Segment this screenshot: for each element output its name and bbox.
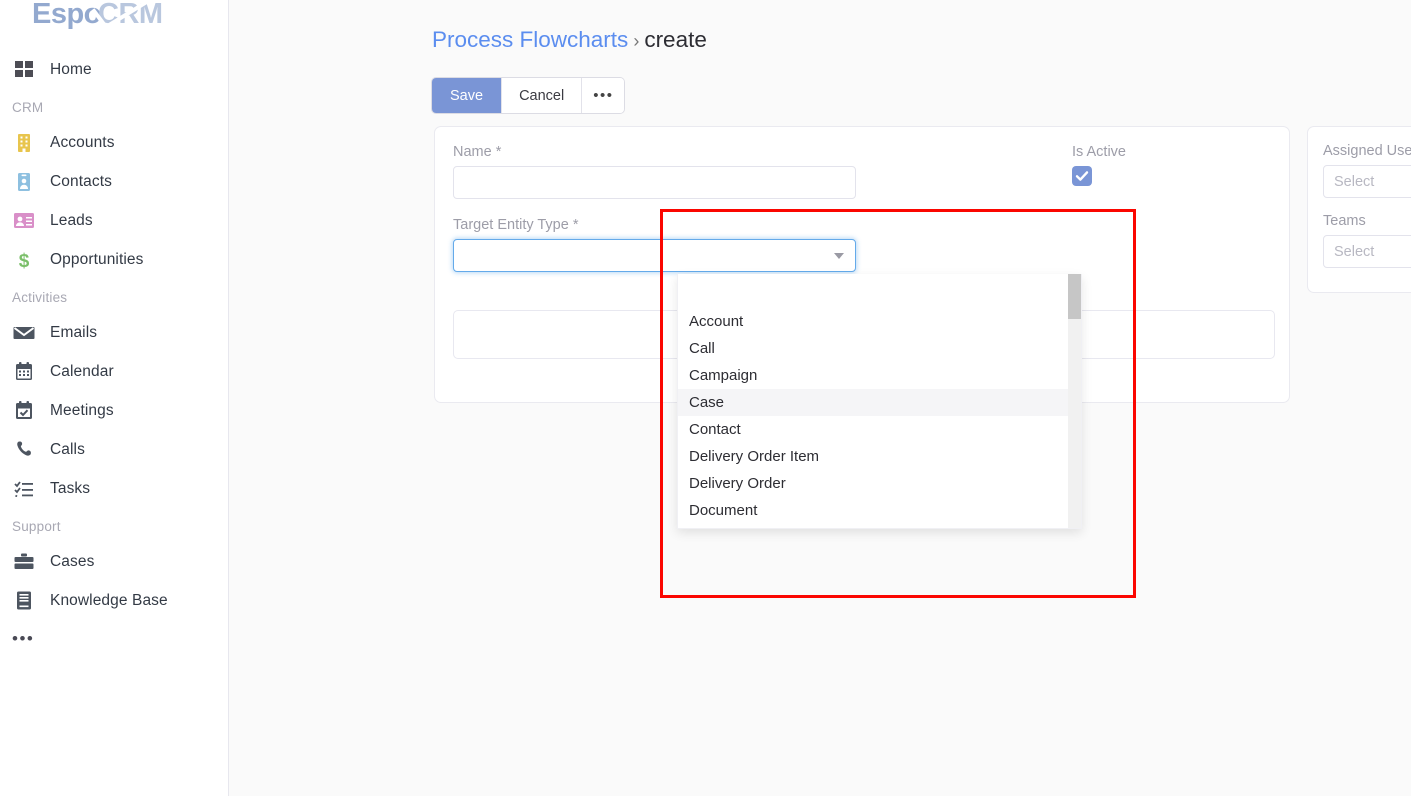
- record-toolbar: Save Cancel •••: [432, 78, 625, 113]
- dropdown-option[interactable]: Account: [678, 308, 1081, 335]
- sidebar-group-activities: Activities: [12, 290, 68, 305]
- breadcrumb: Process Flowcharts › create: [432, 25, 707, 56]
- name-input[interactable]: [453, 166, 856, 199]
- sidebar-item-label: Opportunities: [50, 250, 144, 268]
- field-name-label: Name *: [453, 144, 502, 160]
- sidebar-item-label: Accounts: [50, 133, 115, 151]
- sidebar-item-leads[interactable]: Leads: [0, 201, 229, 240]
- task-list-icon: [10, 478, 38, 500]
- sidebar-item-accounts[interactable]: Accounts: [0, 123, 229, 162]
- sidebar-item-cases[interactable]: Cases: [0, 542, 229, 581]
- sidebar-item-label: Calendar: [50, 362, 114, 380]
- assigned-user-input[interactable]: [1323, 165, 1411, 198]
- sidebar-item-emails[interactable]: Emails: [0, 313, 229, 352]
- dropdown-option[interactable]: Campaign: [678, 362, 1081, 389]
- app-root: Espo CRM Home CRM Accounts Contacts Lead…: [0, 0, 1411, 796]
- field-teams-label: Teams: [1323, 213, 1366, 229]
- sidebar-item-label: Meetings: [50, 401, 114, 419]
- page-title: create: [644, 27, 707, 52]
- field-is-active: Is Active: [1072, 144, 1126, 186]
- more-actions-button[interactable]: •••: [581, 78, 625, 113]
- briefcase-icon: [10, 551, 38, 573]
- sidebar-item-calls[interactable]: Calls: [0, 430, 229, 469]
- sidebar-item-tasks[interactable]: Tasks: [0, 469, 229, 508]
- calendar-check-icon: [10, 400, 38, 422]
- dropdown-option[interactable]: Contact: [678, 416, 1081, 443]
- espocrm-logo[interactable]: Espo CRM: [32, 0, 202, 32]
- sidebar-item-label: Tasks: [50, 479, 91, 497]
- calendar-icon: [10, 361, 38, 383]
- contact-card-icon: [10, 171, 38, 193]
- field-name: Name *: [453, 144, 856, 199]
- breadcrumb-parent-link[interactable]: Process Flowcharts: [432, 27, 628, 52]
- sidebar-group-crm: CRM: [12, 100, 44, 115]
- phone-icon: [10, 439, 38, 461]
- dropdown-option[interactable]: Case: [678, 389, 1081, 416]
- sidebar: Espo CRM Home CRM Accounts Contacts Lead…: [0, 0, 229, 796]
- sidebar-item-knowledge-base[interactable]: Knowledge Base: [0, 581, 229, 620]
- field-teams: Teams: [1323, 213, 1411, 268]
- svg-text:Espo: Espo: [32, 0, 101, 30]
- svg-text:$: $: [19, 251, 30, 271]
- sidebar-nav: Home CRM Accounts Contacts Leads $ Oppor…: [0, 50, 229, 656]
- sidebar-item-home[interactable]: Home: [0, 50, 229, 89]
- book-icon: [10, 590, 38, 612]
- field-is-active-label: Is Active: [1072, 144, 1126, 160]
- dropdown-scrollbar-thumb[interactable]: [1068, 274, 1081, 319]
- sidebar-item-contacts[interactable]: Contacts: [0, 162, 229, 201]
- sidebar-item-label: Contacts: [50, 172, 112, 190]
- sidebar-item-label: Emails: [50, 323, 98, 341]
- field-assigned-user: Assigned User: [1323, 143, 1411, 198]
- sidebar-group-support: Support: [12, 519, 61, 534]
- cancel-button[interactable]: Cancel: [501, 78, 582, 113]
- target-entity-type-dropdown: Account Call Campaign Case Contact Deliv…: [677, 274, 1082, 529]
- envelope-icon: [10, 322, 38, 344]
- sidebar-item-label: Leads: [50, 211, 93, 229]
- id-card-icon: [10, 210, 38, 232]
- teams-input[interactable]: [1323, 235, 1411, 268]
- dropdown-option[interactable]: Document: [678, 497, 1081, 524]
- sidebar-more-button[interactable]: •••: [0, 620, 229, 656]
- sidebar-item-opportunities[interactable]: $ Opportunities: [0, 240, 229, 279]
- sidebar-item-calendar[interactable]: Calendar: [0, 352, 229, 391]
- sidebar-item-label: Cases: [50, 552, 95, 570]
- dropdown-option-list: Account Call Campaign Case Contact Deliv…: [678, 274, 1081, 524]
- dollar-icon: $: [10, 249, 38, 271]
- building-icon: [10, 132, 38, 154]
- sidebar-item-label: Knowledge Base: [50, 591, 168, 609]
- side-panel: Assigned User Teams: [1307, 126, 1411, 293]
- chevron-down-icon: [834, 252, 844, 259]
- target-entity-type-select[interactable]: [453, 239, 856, 272]
- sidebar-item-label: Home: [50, 60, 92, 78]
- sidebar-item-label: Calls: [50, 440, 85, 458]
- field-target-entity-type-label: Target Entity Type *: [453, 217, 579, 233]
- dropdown-option[interactable]: Delivery Order: [678, 470, 1081, 497]
- dropdown-option[interactable]: Call: [678, 335, 1081, 362]
- is-active-checkbox[interactable]: [1072, 166, 1092, 186]
- save-button[interactable]: Save: [432, 78, 502, 113]
- field-assigned-user-label: Assigned User: [1323, 143, 1411, 159]
- field-target-entity-type: Target Entity Type *: [453, 217, 856, 272]
- dropdown-option[interactable]: Delivery Order Item: [678, 443, 1081, 470]
- breadcrumb-separator: ›: [633, 31, 640, 51]
- grid-icon: [10, 59, 38, 81]
- main-content: Process Flowcharts › create Save Cancel ••…: [229, 0, 1411, 796]
- dropdown-scrollbar[interactable]: [1068, 274, 1081, 528]
- sidebar-item-meetings[interactable]: Meetings: [0, 391, 229, 430]
- ellipsis-icon: •••: [12, 628, 35, 648]
